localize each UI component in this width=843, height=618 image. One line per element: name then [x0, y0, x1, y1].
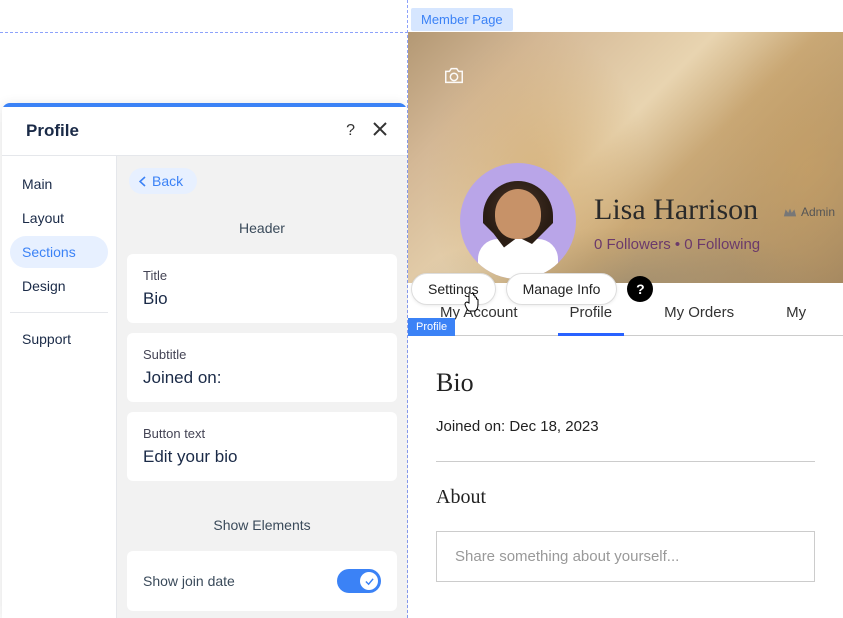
field-title-label: Title: [143, 268, 381, 283]
toggle-join-date-label: Show join date: [143, 573, 235, 589]
panel-header: Profile ?: [2, 107, 407, 156]
field-button-text-value: Edit your bio: [143, 447, 381, 467]
nav-item-support[interactable]: Support: [10, 323, 108, 355]
element-action-pills: Settings Manage Info ?: [411, 273, 653, 305]
divider: [436, 461, 815, 462]
settings-panel: Profile ? Main Layout Sections Design Su…: [2, 103, 407, 618]
avatar[interactable]: [460, 163, 576, 279]
field-button-text-label: Button text: [143, 426, 381, 441]
toggle-join-date[interactable]: [337, 569, 381, 593]
pointer-cursor-icon: [463, 293, 479, 318]
profile-body: Bio Joined on: Dec 18, 2023 About Share …: [408, 338, 843, 618]
help-icon[interactable]: ?: [346, 122, 355, 140]
close-icon[interactable]: [373, 122, 387, 141]
field-subtitle-value: Joined on:: [143, 368, 381, 388]
selection-tag-profile: Profile: [408, 318, 455, 336]
camera-icon[interactable]: [442, 64, 466, 88]
follow-stats[interactable]: 0 Followers • 0 Following: [594, 236, 760, 253]
field-title[interactable]: Title Bio: [127, 254, 397, 323]
panel-content: Back Header Title Bio Subtitle Joined on…: [117, 156, 407, 618]
about-heading: About: [436, 486, 815, 509]
toggle-knob: [360, 572, 378, 590]
admin-label: Admin: [801, 205, 835, 219]
manage-info-pill[interactable]: Manage Info: [506, 273, 618, 305]
help-circle-icon[interactable]: ?: [627, 276, 653, 302]
panel-side-nav: Main Layout Sections Design Support: [2, 156, 117, 618]
field-button-text[interactable]: Button text Edit your bio: [127, 412, 397, 481]
field-title-value: Bio: [143, 289, 381, 309]
tab-my-orders[interactable]: My Orders: [660, 294, 738, 335]
nav-separator: [10, 312, 108, 313]
about-textarea[interactable]: Share something about yourself...: [436, 531, 815, 582]
back-button[interactable]: Back: [129, 168, 197, 194]
page-tag: Member Page: [411, 8, 513, 31]
tab-more[interactable]: My: [782, 294, 810, 335]
panel-title: Profile: [26, 121, 79, 141]
field-subtitle[interactable]: Subtitle Joined on:: [127, 333, 397, 402]
nav-item-sections[interactable]: Sections: [10, 236, 108, 268]
cover-image[interactable]: Lisa Harrison Admin 0 Followers • 0 Foll…: [408, 32, 843, 283]
settings-pill[interactable]: Settings: [411, 273, 496, 305]
back-label: Back: [152, 173, 183, 189]
nav-item-design[interactable]: Design: [10, 270, 108, 302]
profile-name: Lisa Harrison: [594, 193, 758, 227]
section-heading-elements: Show Elements: [117, 491, 407, 551]
nav-item-layout[interactable]: Layout: [10, 202, 108, 234]
admin-badge: Admin: [783, 205, 835, 219]
toggle-join-date-row: Show join date: [127, 551, 397, 611]
nav-item-main[interactable]: Main: [10, 168, 108, 200]
field-subtitle-label: Subtitle: [143, 347, 381, 362]
bio-heading: Bio: [436, 368, 815, 398]
section-heading-header: Header: [117, 194, 407, 254]
joined-text: Joined on: Dec 18, 2023: [436, 418, 815, 435]
